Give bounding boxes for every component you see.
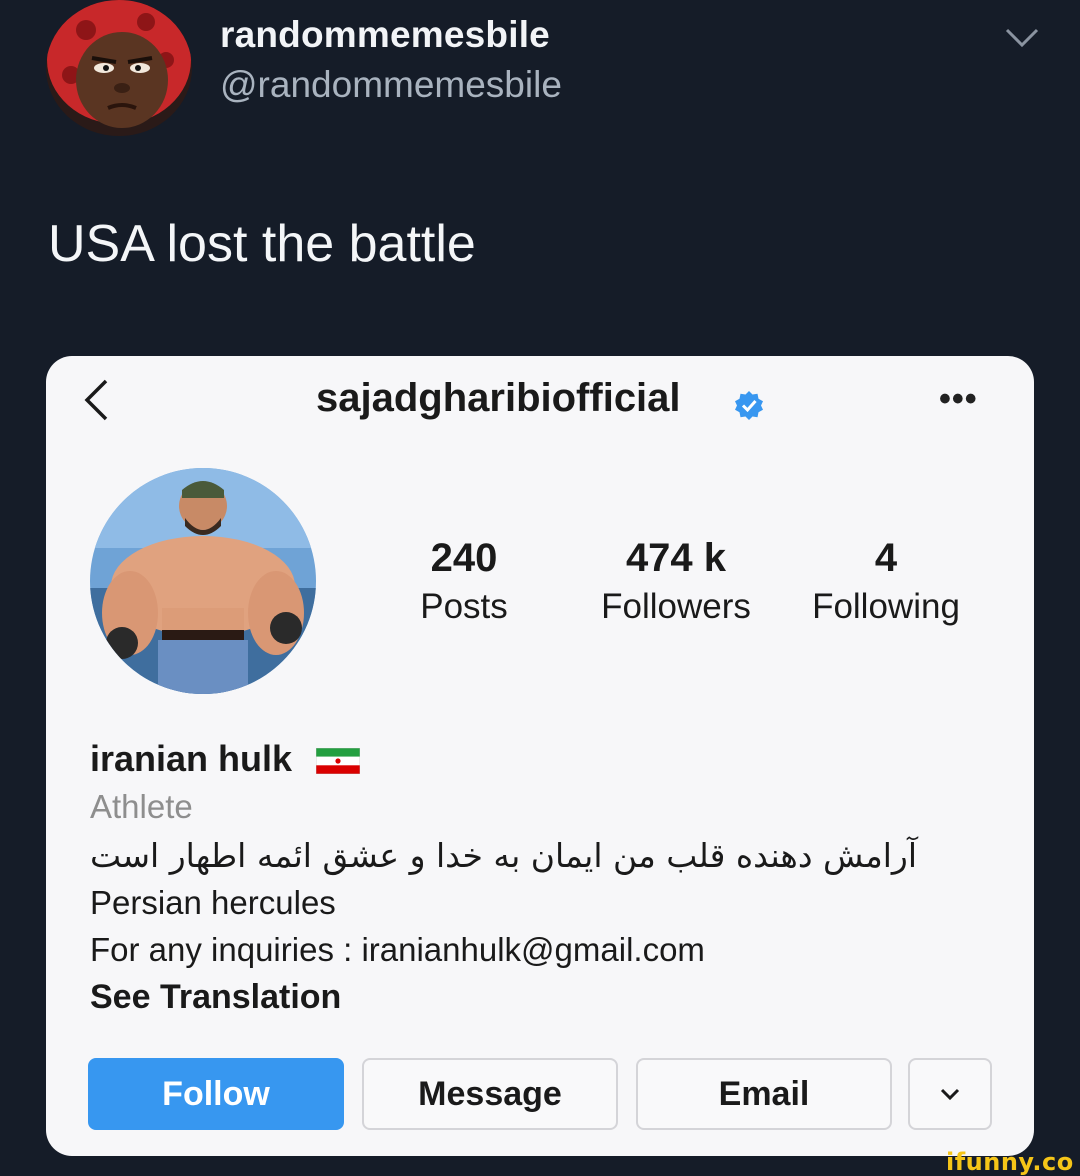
stat-following[interactable]: 4 Following (801, 536, 971, 627)
message-button[interactable]: Message (362, 1058, 618, 1130)
verified-badge-icon (734, 390, 764, 420)
bio-line: Persian hercules (90, 884, 336, 921)
profile-full-name: iranian hulk (90, 738, 293, 779)
back-arrow-icon[interactable] (82, 378, 112, 422)
tweet-display-name[interactable]: randommemesbile (220, 14, 550, 56)
tweet-text: USA lost the battle (48, 215, 476, 273)
bio-persian-line: آرامش دهنده قلب من ایمان به خدا و عشق ائ… (90, 836, 918, 875)
stat-label: Posts (420, 587, 508, 626)
stat-label: Followers (601, 587, 751, 626)
profile-avatar[interactable] (90, 468, 316, 694)
more-options-icon[interactable]: ••• (939, 380, 978, 419)
stat-value: 4 (874, 536, 898, 580)
email-button[interactable]: Email (636, 1058, 892, 1130)
chevron-down-icon[interactable] (1004, 24, 1040, 52)
stat-followers[interactable]: 474 k Followers (576, 536, 776, 627)
chevron-down-icon (940, 1088, 960, 1101)
stat-value: 474 k (625, 536, 727, 580)
profile-username: sajadgharibiofficial (316, 376, 681, 420)
see-translation-link[interactable]: See Translation (90, 978, 341, 1017)
tweet-handle[interactable]: @randommemesbile (220, 64, 562, 106)
stat-label: Following (812, 587, 960, 626)
bio-contact-line[interactable]: For any inquiries : iranianhulk@gmail.co… (90, 931, 705, 969)
tweet-avatar[interactable] (46, 0, 192, 136)
instagram-profile-screenshot: sajadgharibiofficial ••• 240 Posts 474 k… (46, 356, 1034, 1156)
suggested-dropdown-button[interactable] (908, 1058, 992, 1130)
stat-value: 240 (430, 536, 498, 580)
follow-button[interactable]: Follow (88, 1058, 344, 1130)
profile-category: Athlete (90, 788, 193, 825)
iran-flag-icon (315, 747, 361, 775)
stat-posts[interactable]: 240 Posts (394, 536, 534, 627)
